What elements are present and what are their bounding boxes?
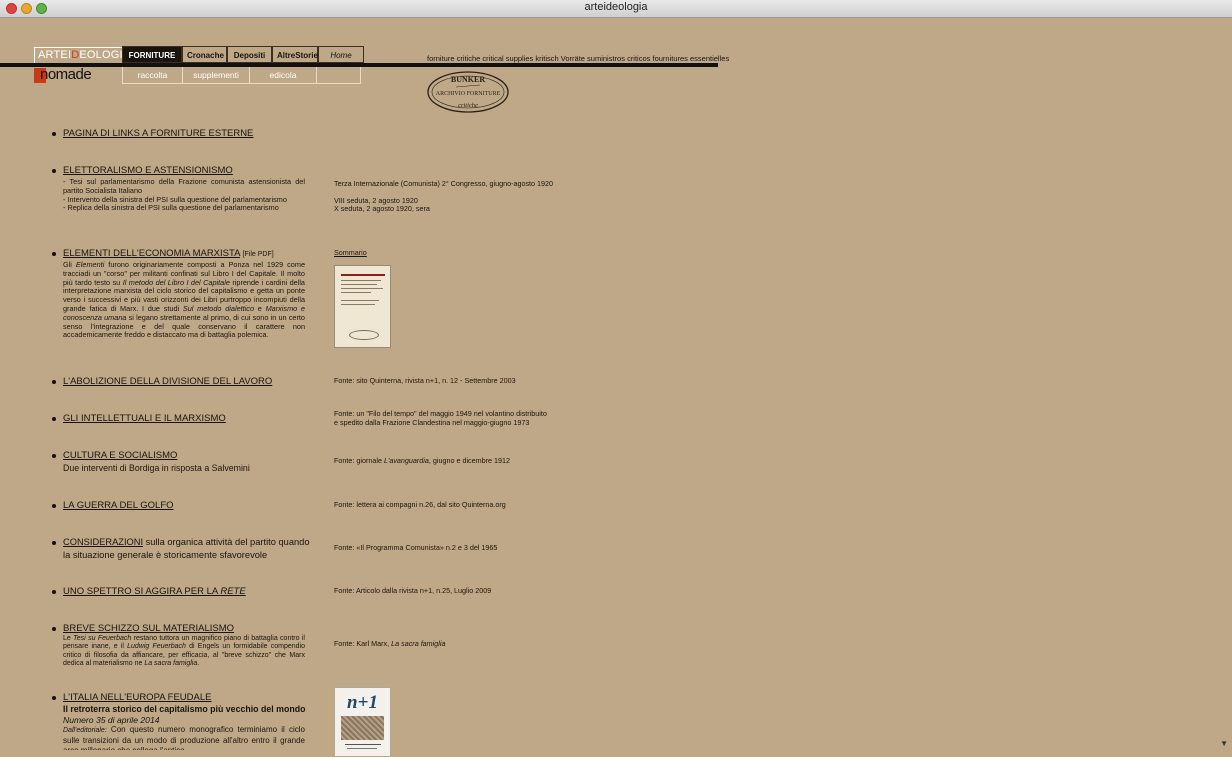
desc-text: . [197,660,200,668]
top-navigation: FORNITURE Cronache Depositi AltreStorie … [122,46,364,63]
bottom-navigation: raccolta supplementi edicola [122,67,361,84]
pdf-label: [File PDF] [242,251,274,258]
entry-description: Le Tesi su Feuerbach restano tuttora un … [63,635,305,669]
entry-source: Fonte: Karl Marx, La sacra famiglia [334,639,446,649]
bullet [52,627,56,631]
entry-title-row: CONSIDERAZIONI sulla organica attività d… [63,537,310,547]
nav-home[interactable]: Home [318,46,364,63]
link-intellettuali-marxismo[interactable]: GLI INTELLETTUALI E IL MARXISMO [63,413,226,424]
source-text: Fonte: Karl Marx, [334,639,392,648]
entry-title-row: ELEMENTI DELL'ECONOMIA MARXISTA [File PD… [63,248,274,259]
source-text: , giugno e dicembre 1912 [428,456,511,465]
entry-description: Dall'editoriale: Con questo numero monog… [63,725,305,750]
scroll-down-icon[interactable]: ▼ [1220,739,1228,748]
entry-subtitle: Due interventi di Bordiga in risposta a … [63,463,250,473]
logo-text-prefix: ARTEI [38,49,72,61]
bullet [52,590,56,594]
link-forniture-esterne[interactable]: PAGINA DI LINKS A FORNITURE ESTERNE [63,128,253,139]
arteideologia-logo[interactable]: ARTEIDEOLOGIA [34,47,135,64]
bullet [52,541,56,545]
desc-line: - Tesi sul parlamentarismo della Frazion… [63,177,305,195]
bullet [52,417,56,421]
link-text: UNO SPETTRO SI AGGIRA PER LA [63,586,221,597]
entry-source: Fonte: «Il Programma Comunista» n.2 e 3 … [334,543,498,552]
source-line: e spedito dalla Frazione Clandestina nel… [334,417,530,427]
title-rest: sulla organica attività del partito quan… [143,537,310,547]
title-rest: la situazione generale è storicamente sf… [63,550,268,560]
nav-depositi[interactable]: Depositi [227,46,272,63]
stamp-middle: ARCHIVIO FORNITURE [436,91,501,97]
bullet [52,454,56,458]
desc-text: Le [63,635,74,642]
desc-line: - Replica della sinistra del PSI sulla q… [63,203,279,213]
link-breve-schizzo[interactable]: BREVE SCHIZZO SUL MATERIALISMO [63,623,234,634]
link-considerazioni[interactable]: CONSIDERAZIONI [63,537,143,547]
nav-forniture[interactable]: FORNITURE [122,46,182,63]
link-elementi-economia[interactable]: ELEMENTI DELL'ECONOMIA MARXISTA [63,248,240,259]
entry-source: Fonte: giornale L'avanguardia, giugno e … [334,456,511,466]
desc-italic: Tesi su Feuerbach [73,635,132,642]
entry-source: Terza Internazionale (Comunista) 2° Cong… [334,179,554,214]
link-italia-europa-feudale[interactable]: L'ITALIA NELL'EUROPA FEUDALE [63,692,211,703]
nav-altrestorie[interactable]: AltreStorie [272,46,318,63]
source-italic: La sacra famiglia [391,639,446,648]
desc-text: e [254,303,266,313]
bullet [52,252,56,256]
desc-italic: Ludwig Feuerbach [127,643,186,651]
entry-description: - Tesi sul parlamentarismo della Frazion… [63,177,305,213]
sommario-link[interactable]: Sommario [334,248,367,258]
desc-italic: Il metodo del Libro I del Capitale [122,277,230,287]
book-cover-image[interactable] [334,265,391,348]
bullet [52,132,56,136]
bullet [52,169,56,173]
desc-text: Gli [63,260,76,269]
link-uno-spettro[interactable]: UNO SPETTRO SI AGGIRA PER LA RETE [63,586,246,597]
entry-source: Fonte: sito Quinterna, rivista n+1, n. 1… [334,376,516,385]
editorial-label: Dall'editoriale: [63,727,107,734]
link-elettoralismo[interactable]: ELETTORALISMO E ASTENSIONISMO [63,165,233,176]
link-guerra-golfo[interactable]: LA GUERRA DEL GOLFO [63,500,174,511]
bullet [52,380,56,384]
source-italic: L'avanguardia [383,456,429,465]
desc-italic: Sul metodo dialettico [182,303,255,313]
nomade-logo-text: nomade [40,66,92,83]
desc-italic: La sacra famiglia [144,660,198,668]
bullet [52,696,56,700]
link-cultura-socialismo[interactable]: CULTURA E SOCIALISMO [63,450,177,461]
nomade-logo[interactable]: nomade [34,66,122,83]
link-abolizione-divisione[interactable]: L'ABOLIZIONE DELLA DIVISIONE DEL LAVORO [63,376,272,387]
entry-description: Gli Elementi furono originariamente comp… [63,260,305,340]
bullet [52,504,56,508]
entry-subtitle: Il retroterra storico del capitalismo pi… [63,704,306,714]
page-content: ARTEIDEOLOGIA FORNITURE Cronache Deposit… [0,18,1232,757]
entry-source: Fonte: un "Filo del tempo" del maggio 19… [334,409,547,427]
bunker-stamp-icon: BUNKER ARCHIVIO FORNITURE critiche [427,71,509,113]
nav-edicola[interactable]: edicola [249,67,316,83]
source-line: Terza Internazionale (Comunista) 2° Cong… [334,179,554,188]
stamp-bottom: critiche [458,102,478,109]
window-title: arteideologia [584,1,648,13]
desc-italic: Elementi [75,260,105,269]
source-line: X seduta, 2 agosto 1920, sera [334,204,430,214]
issue-label: Numero 35 di aprile 2014 [63,715,160,725]
cover-picture [341,716,384,740]
magazine-cover-image[interactable]: n+1 [334,687,391,757]
nav-empty [316,67,361,83]
tagline: forniture critiche critical supplies kri… [427,54,730,63]
entry-source: Fonte: Articolo dalla rivista n+1, n.25,… [334,586,492,595]
source-text: Fonte: giornale [334,456,384,465]
stamp-top: BUNKER [451,75,485,84]
link-text-italic: RETE [220,586,246,597]
nav-supplementi[interactable]: supplementi [182,67,249,83]
cover-title: n+1 [347,692,378,713]
nav-cronache[interactable]: Cronache [182,46,227,63]
nav-raccolta[interactable]: raccolta [122,67,182,83]
entry-source: Fonte: lettera ai compagni n.26, dal sit… [334,500,506,509]
window-titlebar: arteideologia [0,0,1232,18]
